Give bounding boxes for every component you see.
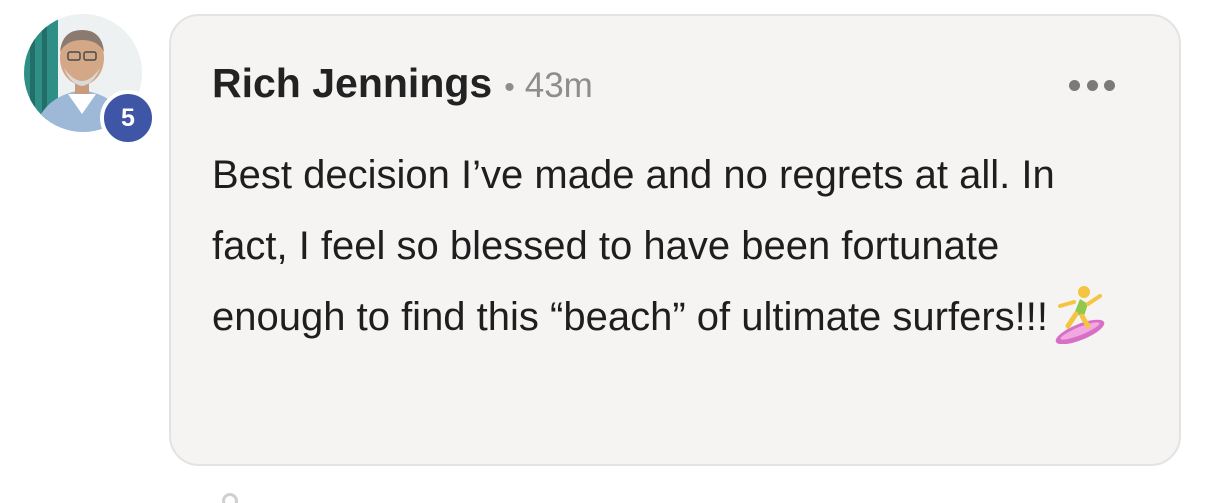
comment-body-text: Best decision I’ve made and no regrets a… — [212, 153, 1055, 339]
meta-separator: • — [504, 71, 515, 104]
comment-header: Rich Jennings • 43m — [212, 60, 593, 107]
author-name[interactable]: Rich Jennings — [212, 60, 492, 107]
author-avatar-group[interactable]: 5 — [24, 14, 158, 146]
reaction-icon[interactable] — [222, 493, 238, 503]
dot — [1086, 79, 1098, 91]
comment-body: Best decision I’ve made and no regrets a… — [212, 140, 1112, 367]
surfer-emoji — [1050, 284, 1108, 367]
level-badge: 5 — [100, 90, 156, 146]
timestamp: 43m — [524, 66, 593, 105]
comment-item: 5 Rich Jennings • 43m Best decision I’ve… — [0, 0, 1206, 503]
dot — [1069, 79, 1080, 91]
more-options-icon[interactable] — [1069, 76, 1115, 94]
dot — [1104, 79, 1115, 91]
comment-bubble: Rich Jennings • 43m Best decision I’ve m… — [169, 14, 1181, 466]
